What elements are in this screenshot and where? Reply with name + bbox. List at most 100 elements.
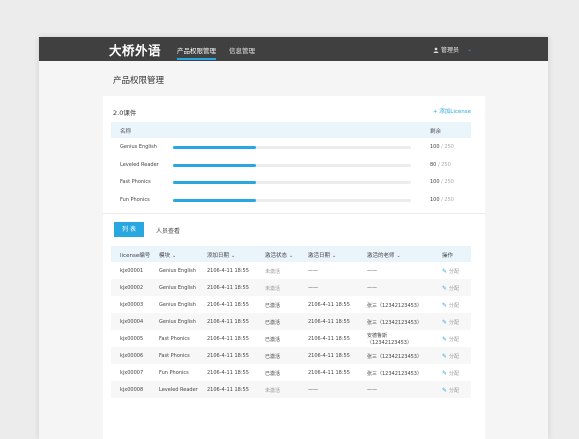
- chevron-down-icon: ⌄: [289, 253, 294, 259]
- usage-progress-fill: [173, 181, 257, 184]
- usage-progress-bar: [173, 163, 411, 167]
- assign-button[interactable]: ✎ 分配: [442, 370, 459, 377]
- col-header-license-id: license编号: [120, 253, 151, 259]
- usage-progress-bar: [173, 198, 411, 202]
- quota-row: Leveled Reader 80 / 250: [111, 156, 471, 174]
- nav-tab-label: 信息管理: [229, 47, 255, 55]
- user-menu[interactable]: 管理员 ⌄: [433, 45, 472, 54]
- table-row: kjx00001 Genius English 2106-4-11 18:55 未激活…: [111, 262, 471, 279]
- license-table-body: kjx00001 Genius English 2106-4-11 18:55 未激活…: [111, 262, 471, 398]
- license-table-header: license编号 模块 ⌄ 添加日期 ⌄ 激活状态 ⌄ 激活日期 ⌄ 激活的老师 ⌄ 操…: [111, 246, 471, 262]
- assign-label: 分配: [449, 371, 460, 377]
- edit-icon: ✎: [442, 319, 448, 326]
- cell-added-date: 2106-4-11 18:55: [207, 370, 249, 376]
- edit-icon: ✎: [442, 336, 448, 343]
- assign-button[interactable]: ✎ 分配: [442, 268, 459, 275]
- table-row: kjx00003 Genius English 2106-4-11 18:55 已激活…: [111, 296, 471, 313]
- cell-activated-date: ——: [308, 268, 318, 274]
- cell-license-id: kjx00007: [120, 370, 144, 376]
- cell-activated-date: 2106-4-11 18:55: [308, 319, 350, 325]
- nav-tab-product-permissions[interactable]: 产品权限管理: [177, 45, 216, 60]
- cell-status: 已激活: [265, 371, 281, 377]
- cell-added-date: 2106-4-11 18:55: [207, 353, 249, 359]
- cell-license-id: kjx00008: [120, 387, 144, 393]
- cell-teacher: 张三（12342123453）: [367, 303, 422, 309]
- edit-icon: ✎: [442, 285, 448, 292]
- active-tab-indicator: [177, 58, 216, 60]
- col-header-activated-date[interactable]: 激活日期 ⌄: [308, 251, 336, 259]
- col-header-remaining: 剩余: [430, 129, 442, 135]
- assign-button[interactable]: ✎ 分配: [442, 285, 459, 292]
- tab-people-view[interactable]: 人员查看: [156, 226, 180, 235]
- cell-added-date: 2106-4-11 18:55: [207, 336, 249, 342]
- user-name: 管理员: [441, 47, 460, 54]
- remaining-count: 80 / 250: [430, 161, 451, 168]
- assign-button[interactable]: ✎ 分配: [442, 336, 459, 343]
- table-row: kjx00008 Leveled Reader 2106-4-11 18:55 未激活…: [111, 381, 471, 398]
- user-icon: [433, 47, 439, 53]
- app-window: 大桥外语 产品权限管理 信息管理 管理员 ⌄ 产品权限管理 2.0课件 + 添加…: [39, 37, 548, 439]
- cell-license-id: kjx00001: [120, 268, 144, 274]
- cell-teacher: 张三（12342123453）: [367, 354, 422, 360]
- tab-list-view[interactable]: 列 表: [114, 222, 144, 237]
- quota-row: Fast Phonics 100 / 250: [111, 173, 471, 191]
- app-logo: 大桥外语: [109, 43, 162, 58]
- add-license-button[interactable]: + 添加License: [433, 107, 471, 115]
- col-header-module[interactable]: 模块 ⌄: [159, 251, 176, 259]
- product-name: Fun Phonics: [120, 196, 150, 203]
- assign-button[interactable]: ✎ 分配: [442, 353, 459, 360]
- col-header-action: 操作: [442, 253, 454, 259]
- chevron-down-icon: ⌄: [172, 253, 177, 259]
- chevron-down-icon: ⌄: [231, 253, 236, 259]
- product-name: Fast Phonics: [120, 179, 151, 185]
- assign-button[interactable]: ✎ 分配: [442, 319, 459, 326]
- quota-table-header: 名称 剩余: [111, 122, 471, 138]
- chevron-down-icon: ⌄: [467, 46, 473, 53]
- cell-added-date: 2106-4-11 18:55: [207, 285, 249, 291]
- assign-label: 分配: [449, 269, 460, 275]
- quota-row: Fun Phonics 100 / 250: [111, 191, 471, 209]
- cell-license-id: kjx00006: [120, 353, 144, 359]
- assign-label: 分配: [449, 354, 460, 360]
- cell-teacher: 安德鲁斯 （12342123453）: [367, 333, 412, 346]
- chevron-down-icon: ⌄: [396, 253, 401, 259]
- edit-icon: ✎: [442, 302, 448, 309]
- cell-activated-date: 2106-4-11 18:55: [308, 370, 350, 376]
- usage-progress-bar: [173, 181, 411, 184]
- cell-status: 未激活: [265, 388, 281, 394]
- license-quota-table: 名称 剩余 Genius English 100 / 250 Leveled R…: [111, 122, 471, 208]
- nav-tab-label: 产品权限管理: [177, 47, 216, 55]
- nav-tab-info-management[interactable]: 信息管理: [229, 45, 255, 55]
- quota-row: Genius English 100 / 250: [111, 138, 471, 156]
- cell-module: Fast Phonics: [159, 336, 190, 342]
- cell-added-date: 2106-4-11 18:55: [207, 268, 249, 274]
- assign-button[interactable]: ✎ 分配: [442, 387, 459, 394]
- top-nav-bar: 大桥外语 产品权限管理 信息管理 管理员 ⌄: [39, 37, 548, 61]
- usage-progress-fill: [173, 146, 257, 149]
- cell-module: Leveled Reader: [159, 387, 198, 393]
- remaining-count: 100 / 250: [430, 196, 454, 203]
- cell-teacher: 张三（12342123453）: [367, 371, 422, 377]
- assign-label: 分配: [449, 286, 460, 292]
- cell-teacher: ——: [367, 285, 377, 291]
- usage-progress-bar: [173, 146, 411, 149]
- license-table: license编号 模块 ⌄ 添加日期 ⌄ 激活状态 ⌄ 激活日期 ⌄ 激活的老师 ⌄ 操…: [111, 246, 471, 398]
- remaining-count: 100 / 250: [430, 179, 454, 185]
- assign-button[interactable]: ✎ 分配: [442, 302, 459, 309]
- cell-status: 已激活: [265, 354, 281, 360]
- cell-license-id: kjx00003: [120, 302, 144, 308]
- cell-activated-date: ——: [308, 285, 318, 291]
- cell-status: 已激活: [265, 320, 281, 326]
- table-row: kjx00002 Genius English 2106-4-11 18:55 未激活…: [111, 279, 471, 296]
- assign-label: 分配: [449, 303, 460, 309]
- table-row: kjx00006 Fast Phonics 2106-4-11 18:55 已激活 21…: [111, 347, 471, 364]
- col-header-teacher[interactable]: 激活的老师 ⌄: [367, 251, 401, 259]
- main-card: 2.0课件 + 添加License 名称 剩余 Genius English 1…: [103, 96, 485, 439]
- col-header-added-date[interactable]: 添加日期 ⌄: [207, 251, 235, 259]
- col-header-status[interactable]: 激活状态 ⌄: [265, 251, 293, 259]
- cell-activated-date: 2106-4-11 18:55: [308, 336, 350, 342]
- cell-status: 已激活: [265, 337, 281, 343]
- cell-module: Fast Phonics: [159, 353, 190, 359]
- add-license-label: 添加License: [439, 109, 471, 115]
- cell-status: 已激活: [265, 303, 281, 309]
